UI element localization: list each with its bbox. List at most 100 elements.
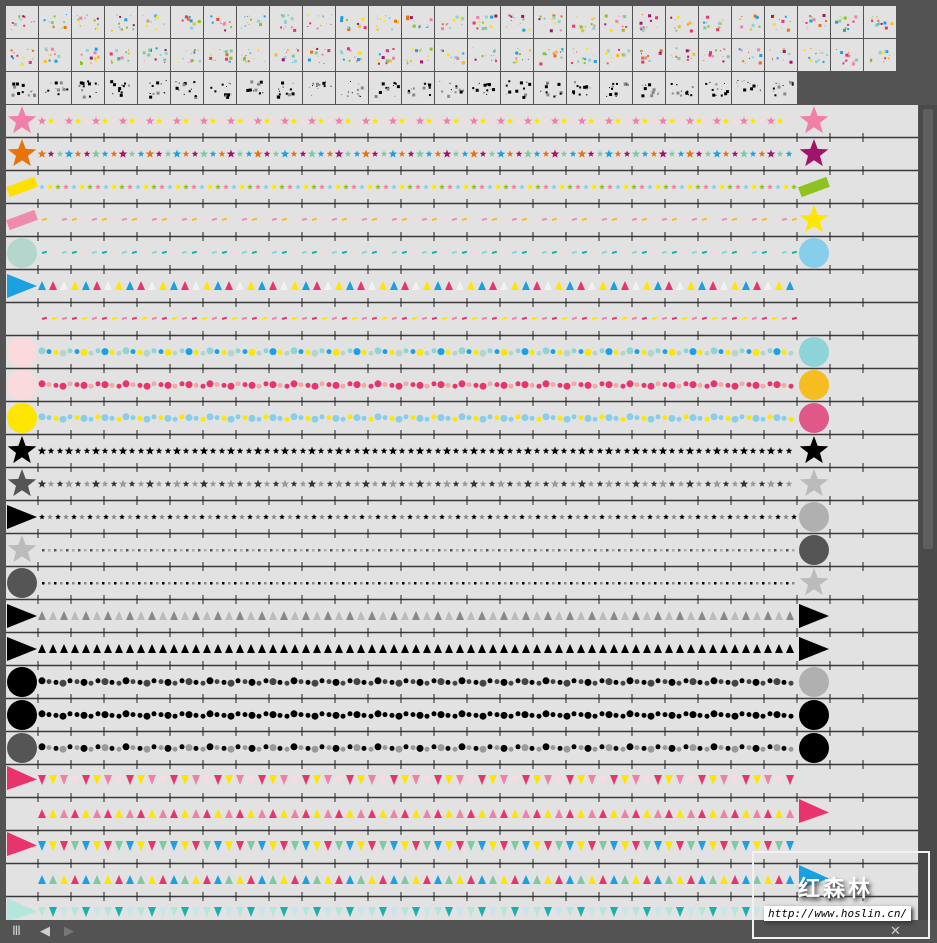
brush-thumbnail[interactable] (105, 6, 137, 38)
brush-thumbnail[interactable] (666, 39, 698, 71)
brush-thumbnail[interactable] (699, 72, 731, 104)
brush-row[interactable] (6, 370, 918, 406)
brush-thumbnail[interactable] (204, 6, 236, 38)
brush-thumbnail[interactable] (633, 39, 665, 71)
brush-thumbnail[interactable] (138, 6, 170, 38)
brush-thumbnail[interactable] (105, 72, 137, 104)
brush-thumbnail[interactable] (567, 6, 599, 38)
brush-thumbnail[interactable] (600, 6, 632, 38)
brush-row[interactable] (6, 205, 918, 241)
brush-thumbnail[interactable] (237, 39, 269, 71)
brush-thumbnail[interactable] (270, 72, 302, 104)
brush-thumbnail[interactable] (534, 6, 566, 38)
brush-row[interactable] (6, 176, 918, 208)
scrollbar-thumb[interactable] (923, 109, 933, 549)
brush-row[interactable] (6, 337, 918, 373)
brush-thumbnail[interactable] (765, 6, 797, 38)
brush-thumbnail[interactable] (534, 39, 566, 71)
brush-row[interactable] (6, 604, 918, 637)
brush-row[interactable] (6, 535, 918, 571)
brush-thumbnail[interactable] (798, 6, 830, 38)
brush-thumbnail[interactable] (402, 39, 434, 71)
brush-row[interactable] (6, 568, 918, 604)
brush-thumbnail[interactable] (468, 39, 500, 71)
brush-thumbnail[interactable] (39, 72, 71, 104)
brush-row[interactable] (6, 667, 918, 703)
previous-library-icon[interactable]: ◀ (40, 924, 50, 938)
brush-thumbnail[interactable] (336, 72, 368, 104)
brush-thumbnail[interactable] (798, 39, 830, 71)
brush-thumbnail[interactable] (336, 6, 368, 38)
brush-thumbnail[interactable] (732, 39, 764, 71)
brush-thumbnail[interactable] (303, 72, 335, 104)
brush-thumbnail[interactable] (72, 72, 104, 104)
brush-row[interactable] (6, 274, 918, 307)
brush-thumbnail[interactable] (468, 72, 500, 104)
brush-row[interactable] (6, 799, 918, 835)
brush-thumbnail[interactable] (171, 39, 203, 71)
brush-row[interactable] (6, 106, 918, 142)
brush-thumbnail[interactable] (204, 72, 236, 104)
brush-thumbnail[interactable] (402, 72, 434, 104)
brush-row[interactable] (6, 637, 918, 670)
brush-thumbnail[interactable] (204, 39, 236, 71)
brush-thumbnail[interactable] (6, 6, 38, 38)
brush-thumbnail[interactable] (303, 6, 335, 38)
brush-thumbnail[interactable] (864, 6, 896, 38)
brush-thumbnail[interactable] (732, 6, 764, 38)
brush-thumbnail[interactable] (369, 72, 401, 104)
brush-thumbnail[interactable] (6, 72, 38, 104)
brush-thumbnail[interactable] (402, 6, 434, 38)
brush-thumbnail[interactable] (567, 72, 599, 104)
brush-thumbnail[interactable] (699, 39, 731, 71)
brush-thumbnail[interactable] (435, 39, 467, 71)
brush-row[interactable] (6, 469, 918, 505)
brush-row[interactable] (6, 700, 918, 736)
brush-thumbnail[interactable] (72, 6, 104, 38)
brush-thumbnail[interactable] (369, 6, 401, 38)
brush-thumbnail[interactable] (171, 6, 203, 38)
brush-libraries-menu-icon[interactable]: Ⅲ (12, 924, 21, 938)
brush-row[interactable] (6, 316, 918, 340)
brush-row[interactable] (6, 502, 918, 538)
brush-thumbnail[interactable] (39, 39, 71, 71)
next-library-icon[interactable]: ▶ (64, 924, 74, 938)
brush-thumbnail[interactable] (501, 72, 533, 104)
brush-thumbnail[interactable] (600, 72, 632, 104)
brush-thumbnail[interactable] (72, 39, 104, 71)
brush-row[interactable] (6, 733, 918, 769)
brush-thumbnail[interactable] (732, 72, 764, 104)
brush-thumbnail[interactable] (39, 6, 71, 38)
brush-thumbnail[interactable] (336, 39, 368, 71)
brush-row[interactable] (6, 766, 918, 802)
vertical-scrollbar[interactable] (919, 105, 937, 920)
brush-row[interactable] (6, 436, 918, 472)
brush-thumbnail[interactable] (765, 72, 797, 104)
brush-thumbnail[interactable] (171, 72, 203, 104)
brush-thumbnail[interactable] (237, 72, 269, 104)
brush-thumbnail[interactable] (831, 39, 863, 71)
brush-thumbnail[interactable] (270, 39, 302, 71)
brush-thumbnail[interactable] (270, 6, 302, 38)
brush-thumbnail[interactable] (534, 72, 566, 104)
brush-thumbnail[interactable] (864, 39, 896, 71)
brush-thumbnail[interactable] (633, 6, 665, 38)
brush-row[interactable] (6, 139, 918, 175)
brush-thumbnail[interactable] (138, 39, 170, 71)
brush-thumbnail[interactable] (633, 72, 665, 104)
brush-thumbnail[interactable] (666, 72, 698, 104)
brush-thumbnail[interactable] (699, 6, 731, 38)
brush-thumbnail[interactable] (600, 39, 632, 71)
brush-thumbnail[interactable] (501, 6, 533, 38)
brush-thumbnail[interactable] (369, 39, 401, 71)
brush-thumbnail[interactable] (105, 39, 137, 71)
brush-thumbnail[interactable] (501, 39, 533, 71)
brush-thumbnail[interactable] (831, 6, 863, 38)
brush-thumbnail[interactable] (237, 6, 269, 38)
brush-thumbnail[interactable] (303, 39, 335, 71)
brush-row[interactable] (6, 238, 918, 274)
brush-thumbnail[interactable] (765, 39, 797, 71)
brush-thumbnail[interactable] (468, 6, 500, 38)
brush-thumbnail[interactable] (435, 72, 467, 104)
brush-thumbnail[interactable] (138, 72, 170, 104)
